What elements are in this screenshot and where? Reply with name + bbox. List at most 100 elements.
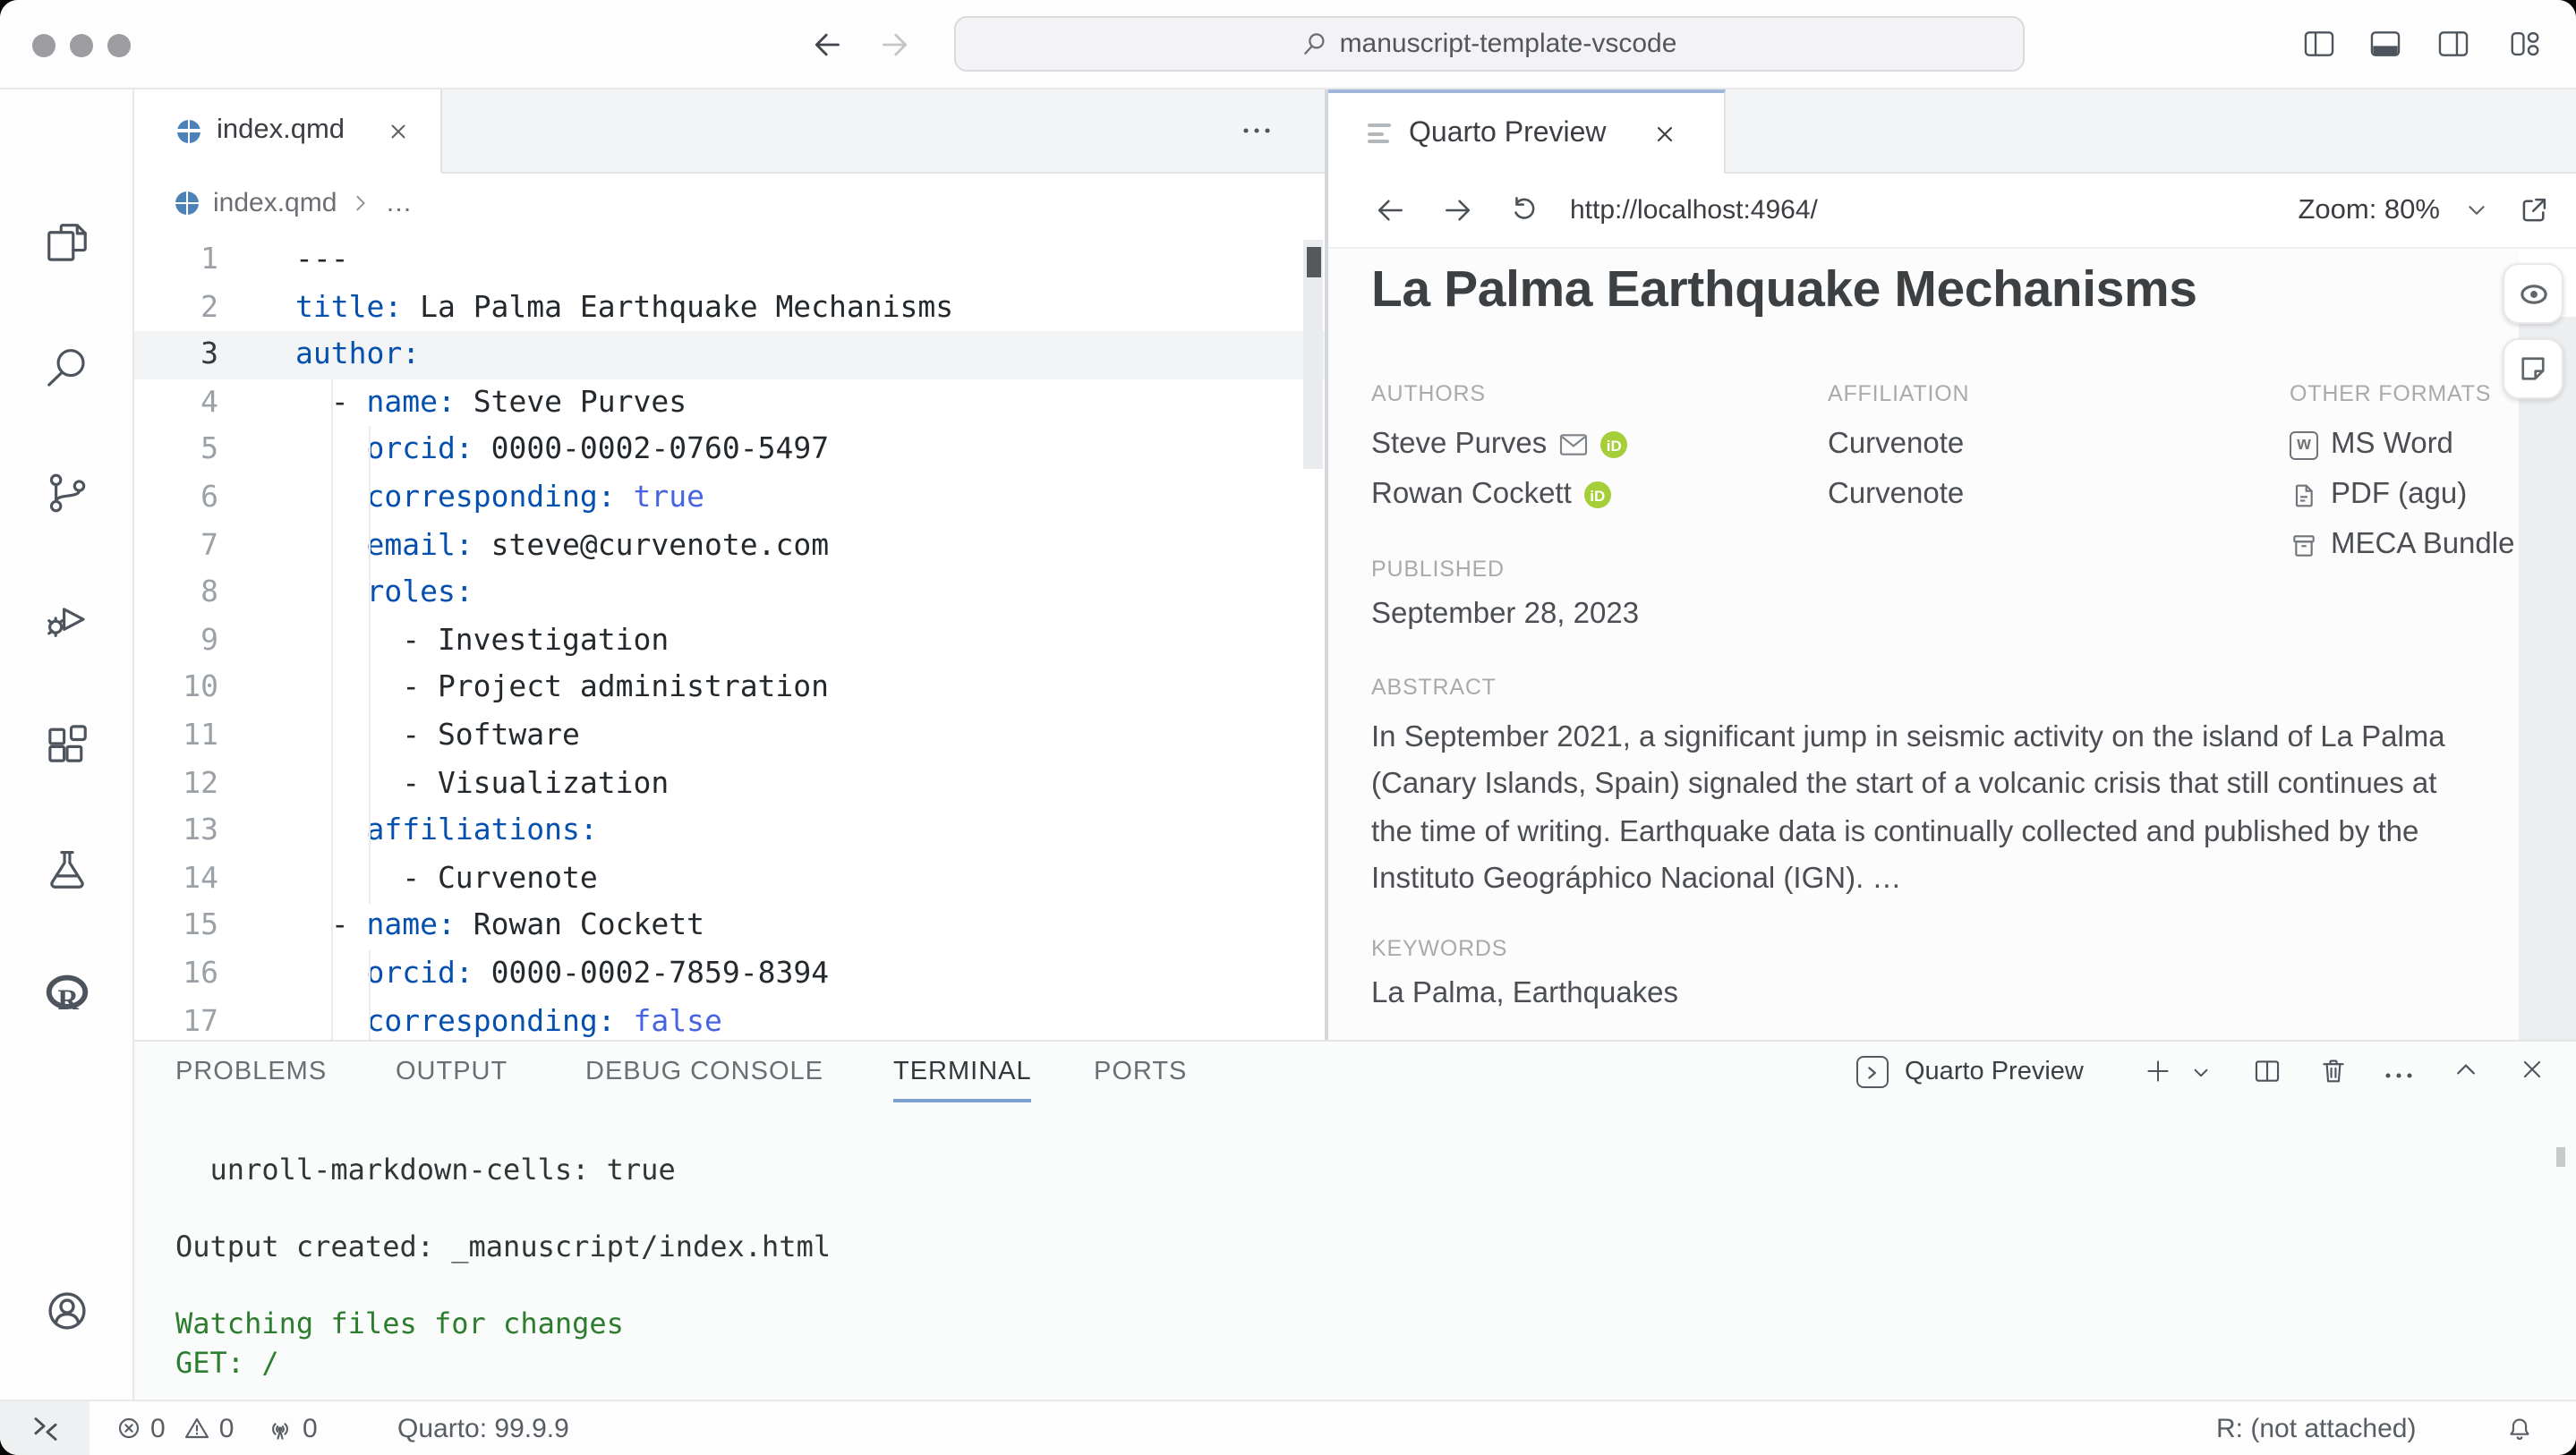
line-number: 4 bbox=[134, 379, 218, 427]
bottom-panel: PROBLEMS OUTPUT DEBUG CONSOLE TERMINAL PORTS… bbox=[134, 1040, 2576, 1400]
notes-button[interactable] bbox=[2503, 338, 2563, 399]
terminal-output[interactable]: unroll-markdown-cells: true Output creat… bbox=[175, 1151, 831, 1382]
toggle-primary-sidebar-icon[interactable] bbox=[2302, 27, 2336, 61]
preview-url[interactable]: http://localhost:4964/ bbox=[1570, 195, 1818, 225]
activity-bar: R bbox=[0, 89, 134, 1400]
history-forward-button[interactable] bbox=[877, 27, 913, 63]
notifications-bell-icon[interactable] bbox=[2504, 1401, 2535, 1455]
preview-forward-icon[interactable] bbox=[1441, 193, 1475, 227]
panel-tab-problems[interactable]: PROBLEMS bbox=[175, 1058, 327, 1099]
quarto-version-status[interactable]: Quarto: 99.9.9 bbox=[397, 1401, 569, 1455]
open-external-icon[interactable] bbox=[2517, 193, 2551, 227]
editor-more-actions-icon[interactable] bbox=[1241, 120, 1273, 141]
terminal-selector[interactable]: Quarto Preview bbox=[1856, 1056, 2084, 1088]
format-link-meca-bundle[interactable]: MECA Bundle bbox=[2290, 528, 2514, 562]
code-line-1[interactable]: 1--- bbox=[134, 236, 1325, 284]
word-icon: w bbox=[2290, 430, 2318, 459]
sidebar-item-source-control[interactable] bbox=[43, 469, 91, 517]
line-number: 13 bbox=[134, 807, 218, 855]
problems-status[interactable]: 0 0 bbox=[115, 1401, 234, 1455]
new-terminal-icon[interactable] bbox=[2143, 1056, 2173, 1086]
code-line-3[interactable]: 3author: bbox=[134, 331, 1325, 379]
panel-tab-ports[interactable]: PORTS bbox=[1094, 1058, 1187, 1099]
tab-index-qmd[interactable]: index.qmd bbox=[134, 89, 442, 174]
sidebar-item-testing[interactable] bbox=[43, 845, 91, 893]
panel-tab-output[interactable]: OUTPUT bbox=[396, 1058, 508, 1099]
breadcrumb-more[interactable]: … bbox=[385, 188, 412, 218]
kill-terminal-trash-icon[interactable] bbox=[2318, 1056, 2349, 1086]
toggle-secondary-sidebar-icon[interactable] bbox=[2436, 27, 2470, 61]
quarto-file-icon bbox=[175, 191, 199, 215]
sidebar-item-run-debug[interactable] bbox=[43, 594, 91, 642]
breadcrumb-file[interactable]: index.qmd bbox=[213, 188, 337, 218]
split-terminal-icon[interactable] bbox=[2252, 1056, 2282, 1086]
sidebar-item-explorer[interactable] bbox=[43, 218, 91, 267]
sidebar-item-extensions[interactable] bbox=[43, 719, 91, 768]
sidebar-item-search[interactable] bbox=[43, 344, 91, 392]
history-back-button[interactable] bbox=[809, 27, 845, 63]
close-panel-icon[interactable] bbox=[2519, 1056, 2546, 1083]
line-number: 7 bbox=[134, 522, 218, 569]
affiliation-row: Curvenote bbox=[1828, 478, 1964, 512]
accounts-icon[interactable] bbox=[43, 1287, 91, 1335]
code-line-9[interactable]: 9 - Investigation bbox=[134, 617, 1325, 665]
sidebar-item-r-language[interactable]: R bbox=[43, 970, 91, 1018]
breadcrumb[interactable]: index.qmd … bbox=[134, 174, 1325, 233]
window-minimize-button[interactable] bbox=[70, 34, 93, 57]
toggle-panel-icon[interactable] bbox=[2368, 27, 2402, 61]
r-session-status[interactable]: R: (not attached) bbox=[2216, 1401, 2416, 1455]
code-line-14[interactable]: 14 - Curvenote bbox=[134, 855, 1325, 902]
code-line-12[interactable]: 12 - Visualization bbox=[134, 760, 1325, 807]
tab-quarto-preview[interactable]: Quarto Preview bbox=[1328, 89, 1726, 174]
published-section: PUBLISHED September 28, 2023 bbox=[1371, 557, 1639, 632]
maximize-panel-chevron-up-icon[interactable] bbox=[2452, 1056, 2479, 1083]
remote-indicator[interactable] bbox=[0, 1401, 90, 1455]
orcid-icon[interactable]: iD bbox=[1600, 431, 1627, 458]
tab-close-icon[interactable] bbox=[386, 119, 409, 142]
meca-icon bbox=[2290, 531, 2318, 559]
panel-more-actions-icon[interactable] bbox=[2383, 1067, 2415, 1085]
orcid-icon[interactable]: iD bbox=[1584, 481, 1611, 508]
code-line-8[interactable]: 8 roles: bbox=[134, 569, 1325, 617]
vscode-window: manuscript-template-vscode bbox=[0, 0, 2576, 1455]
terminal-scrollbar-thumb[interactable] bbox=[2556, 1147, 2565, 1167]
preview-reload-icon[interactable] bbox=[1507, 193, 1541, 227]
code-line-15[interactable]: 15 - name: Rowan Cockett bbox=[134, 903, 1325, 950]
code-line-10[interactable]: 10 - Project administration bbox=[134, 665, 1325, 712]
window-close-button[interactable] bbox=[32, 34, 55, 57]
email-icon[interactable] bbox=[1559, 433, 1588, 456]
zoom-chevron-down-icon[interactable] bbox=[2465, 199, 2488, 222]
ports-status[interactable]: 0 bbox=[265, 1401, 318, 1455]
preview-document: La Palma Earthquake Mechanisms AUTHORS S… bbox=[1328, 249, 2519, 1040]
code-line-4[interactable]: 4 - name: Steve Purves bbox=[134, 379, 1325, 427]
zoom-level-label[interactable]: Zoom: 80% bbox=[2298, 194, 2440, 226]
code-line-11[interactable]: 11 - Software bbox=[134, 712, 1325, 760]
tab-close-icon[interactable] bbox=[1653, 121, 1678, 146]
port-count: 0 bbox=[303, 1413, 318, 1443]
panel-tab-debug-console[interactable]: DEBUG CONSOLE bbox=[585, 1058, 823, 1099]
format-link-pdf-agu-[interactable]: PDF (agu) bbox=[2290, 478, 2467, 512]
code-line-5[interactable]: 5 orcid: 0000-0002-0760-5497 bbox=[134, 427, 1325, 474]
panel-tab-terminal[interactable]: TERMINAL bbox=[893, 1058, 1032, 1102]
code-line-2[interactable]: 2title: La Palma Earthquake Mechanisms bbox=[134, 284, 1325, 331]
terminal-dropdown-chevron-icon[interactable] bbox=[2191, 1063, 2211, 1083]
code-line-17[interactable]: 17 corresponding: false bbox=[134, 998, 1325, 1040]
code-line-16[interactable]: 16 orcid: 0000-0002-7859-8394 bbox=[134, 950, 1325, 998]
indent-guide bbox=[368, 426, 370, 904]
code-line-13[interactable]: 13 affiliations: bbox=[134, 807, 1325, 855]
line-number: 12 bbox=[134, 760, 218, 807]
preview-back-icon[interactable] bbox=[1373, 193, 1407, 227]
editor-scrollbar-thumb[interactable] bbox=[1307, 247, 1321, 277]
visibility-eye-button[interactable] bbox=[2503, 263, 2563, 324]
preview-toolbar: http://localhost:4964/ Zoom: 80% bbox=[1328, 174, 2576, 249]
affiliation-label: AFFILIATION bbox=[1828, 381, 2186, 406]
window-zoom-button[interactable] bbox=[107, 34, 131, 57]
command-center-search[interactable]: manuscript-template-vscode bbox=[954, 16, 2025, 72]
code-line-7[interactable]: 7 email: steve@curvenote.com bbox=[134, 522, 1325, 569]
terminal-line: Output created: _manuscript/index.html bbox=[175, 1228, 831, 1266]
format-link-ms-word[interactable]: wMS Word bbox=[2290, 428, 2453, 462]
line-number: 1 bbox=[134, 236, 218, 284]
code-line-6[interactable]: 6 corresponding: true bbox=[134, 474, 1325, 522]
code-editor[interactable]: 1---2title: La Palma Earthquake Mechanis… bbox=[134, 236, 1325, 1040]
customize-layout-icon[interactable] bbox=[2508, 27, 2542, 61]
